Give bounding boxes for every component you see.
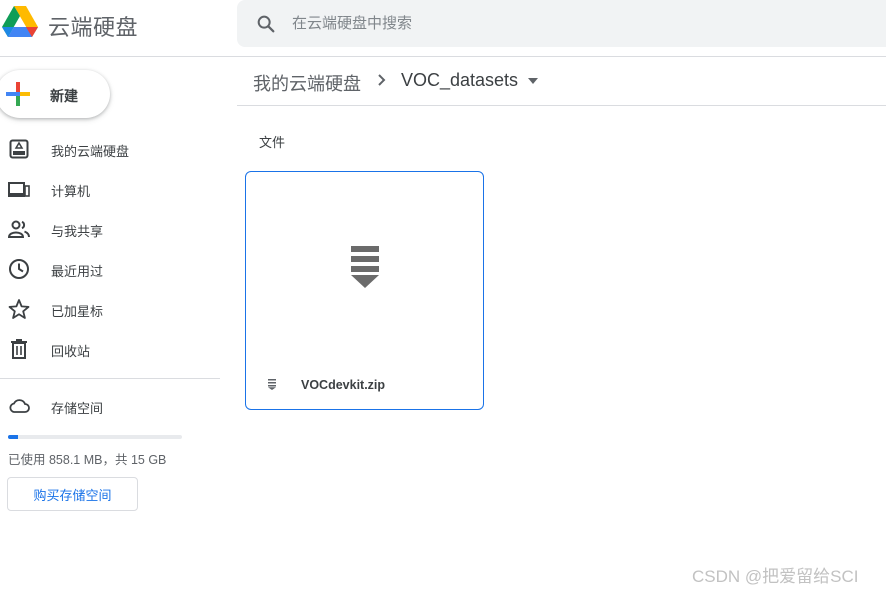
search-input[interactable] xyxy=(292,0,852,47)
buy-storage-button[interactable]: 购买存储空间 xyxy=(7,477,138,511)
main-divider xyxy=(237,105,886,106)
trash-icon xyxy=(11,339,27,359)
sidebar-item-label: 最近用过 xyxy=(51,264,104,279)
zip-icon xyxy=(351,246,379,288)
caret-down-icon[interactable] xyxy=(528,78,538,84)
computer-icon xyxy=(8,182,30,197)
sidebar-item-label: 与我共享 xyxy=(51,224,104,239)
breadcrumb-current-folder[interactable]: VOC_datasets xyxy=(401,70,518,91)
new-button[interactable]: 新建 xyxy=(0,70,110,118)
storage-progress-fill xyxy=(8,435,18,439)
files-section-label: 文件 xyxy=(259,135,286,150)
chevron-right-icon xyxy=(378,74,386,86)
sidebar-item-my-drive[interactable]: 我的云端硬盘 xyxy=(0,129,220,169)
sidebar-item-storage[interactable]: 存储空间 xyxy=(0,386,220,426)
my-drive-icon xyxy=(9,139,29,159)
sidebar-divider xyxy=(0,378,220,379)
cloud-icon xyxy=(9,399,30,413)
sidebar-item-label: 计算机 xyxy=(51,184,91,199)
clock-icon xyxy=(9,259,29,279)
search-box[interactable] xyxy=(237,0,886,47)
sidebar-item-label: 我的云端硬盘 xyxy=(51,144,130,159)
storage-usage-text: 已使用 858.1 MB，共 15 GB xyxy=(8,453,167,467)
sidebar-item-trash[interactable]: 回收站 xyxy=(0,329,220,369)
storage-progress-bar xyxy=(8,435,182,439)
header-divider xyxy=(0,56,886,57)
sidebar-item-shared[interactable]: 与我共享 xyxy=(0,209,220,249)
search-icon[interactable] xyxy=(255,13,277,35)
sidebar-item-computers[interactable]: 计算机 xyxy=(0,169,220,209)
shared-people-icon xyxy=(8,220,30,238)
sidebar-item-starred[interactable]: 已加星标 xyxy=(0,289,220,329)
file-card[interactable]: VOCdevkit.zip xyxy=(245,171,484,410)
plus-icon xyxy=(6,82,30,106)
new-button-label: 新建 xyxy=(50,88,78,104)
file-name: VOCdevkit.zip xyxy=(301,378,386,392)
sidebar-item-label: 回收站 xyxy=(51,344,91,359)
sidebar-item-label: 已加星标 xyxy=(51,304,104,319)
zip-file-type-icon xyxy=(268,379,276,390)
star-icon xyxy=(8,299,30,319)
drive-logo-icon[interactable] xyxy=(2,6,38,40)
sidebar-item-recent[interactable]: 最近用过 xyxy=(0,249,220,289)
storage-label: 存储空间 xyxy=(51,401,104,416)
breadcrumb-root[interactable]: 我的云端硬盘 xyxy=(253,70,361,96)
app-title: 云端硬盘 xyxy=(48,15,139,40)
watermark-text: CSDN @把爱留给SCI xyxy=(692,567,859,586)
